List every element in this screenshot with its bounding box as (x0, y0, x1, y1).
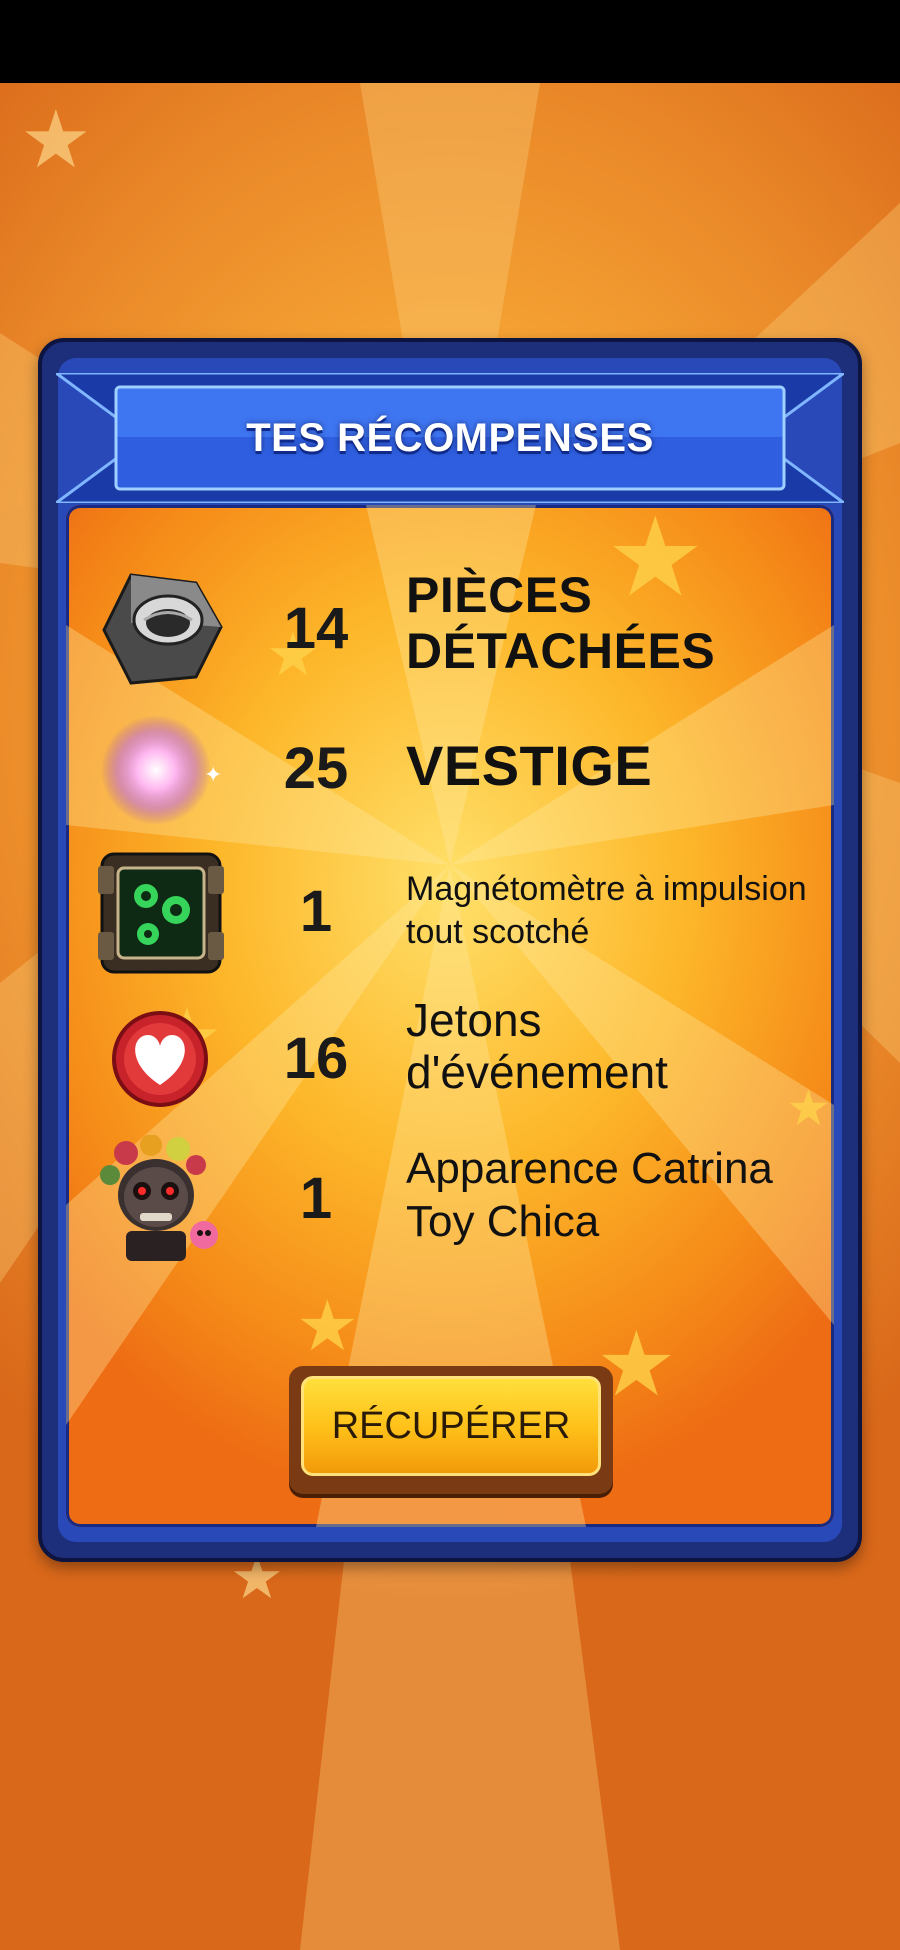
reward-name: PIÈCES DÉTACHÉES (406, 567, 716, 679)
reward-name: Apparence Catrina Toy Chica (406, 1144, 773, 1246)
svg-text:★: ★ (296, 1285, 359, 1367)
star-decoration: ★ (20, 95, 92, 184)
reward-name: Magnétomètre à impulsion tout scotché (406, 870, 807, 951)
claim-button[interactable]: RÉCUPÉRER (301, 1376, 601, 1476)
claim-button-frame: RÉCUPÉRER (289, 1366, 613, 1494)
reward-row: 1 Magnétomètre à impulsion tout scotché (66, 848, 834, 978)
rewards-title: TES RÉCOMPENSES (246, 415, 654, 460)
reward-row: 14 PIÈCES DÉTACHÉES (66, 565, 834, 695)
reward-name: VESTIGE (406, 734, 653, 797)
reward-name: Jetons d'événement (406, 994, 668, 1098)
status-bar (0, 0, 900, 83)
catrina-skin-icon (96, 1134, 226, 1265)
reward-quantity: 14 (283, 596, 349, 661)
glowing-orb-icon: ✦ (96, 710, 226, 840)
reward-quantity: 16 (283, 1026, 349, 1091)
reward-row: 16 Jetons d'événement (66, 994, 834, 1125)
reward-quantity: 1 (299, 1166, 333, 1231)
svg-text:✦: ✦ (204, 763, 222, 788)
reward-quantity: 1 (299, 879, 333, 944)
reward-row: 1 Apparence Catrina Toy Chica (66, 1134, 834, 1265)
hex-nut-icon (96, 565, 226, 695)
magnetometer-icon (96, 848, 226, 978)
reward-row: ✦ 25 VESTIGE (66, 710, 834, 830)
heart-token-icon (96, 995, 226, 1125)
header-ribbon: TES RÉCOMPENSES (56, 373, 844, 503)
reward-quantity: 25 (283, 736, 349, 801)
